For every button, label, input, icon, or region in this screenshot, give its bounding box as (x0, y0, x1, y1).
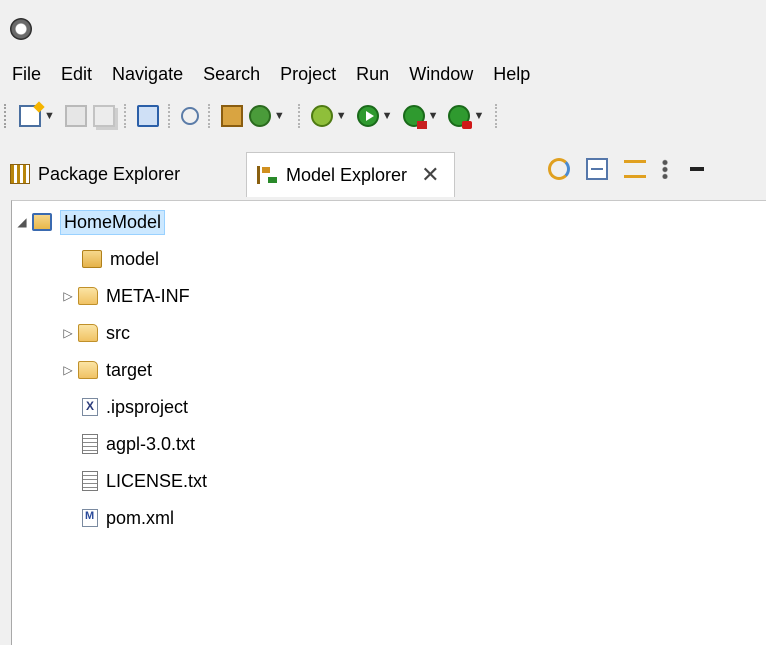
view-menu-icon[interactable] (662, 159, 668, 179)
new-wizard-icon (19, 105, 41, 127)
main-toolbar: ▼ ▼ ▼ ▼ ▼ ▼ (0, 92, 766, 140)
model-explorer-tree: ◢ HomeModel model ▷ META-INF ▷ src ▷ tar… (11, 200, 766, 645)
view-tab-bar: Package Explorer Model Explorer ✕ (0, 140, 766, 200)
tree-item-label: model (110, 248, 160, 269)
tree-item-agpl[interactable]: agpl-3.0.txt (82, 427, 195, 461)
tree-item-label: LICENSE.txt (106, 470, 208, 491)
open-terminal-icon (136, 105, 159, 127)
toolbar-separator (207, 104, 212, 128)
tree-item-label: pom.xml (106, 507, 175, 528)
tree-item-label: src (106, 322, 130, 343)
debug-button[interactable]: ▼ (310, 102, 351, 130)
tree-item-src[interactable]: ▷ src (62, 316, 130, 350)
refresh-button[interactable]: ▼ (248, 102, 289, 130)
tree-item-label: agpl-3.0.txt (106, 433, 196, 454)
external-tools-2-icon (448, 105, 473, 129)
chevron-down-icon[interactable]: ▼ (428, 110, 439, 122)
tab-model-explorer[interactable]: Model Explorer ✕ (246, 152, 455, 197)
external-tools-2-button[interactable]: ▼ (448, 102, 488, 130)
title-bar (0, 0, 766, 56)
tab-label: Model Explorer (286, 164, 408, 185)
sync-icon[interactable] (548, 158, 570, 180)
collapse-toggle-icon[interactable]: ▷ (62, 326, 74, 340)
run-icon (356, 105, 379, 127)
model-explorer-icon (257, 166, 278, 184)
chevron-down-icon[interactable]: ▼ (336, 110, 347, 122)
folder-icon (78, 287, 98, 305)
tab-package-explorer[interactable]: Package Explorer (10, 154, 180, 194)
save-all-icon (92, 105, 115, 127)
menu-edit[interactable]: Edit (51, 56, 102, 92)
save-all-button[interactable] (92, 102, 115, 130)
tree-item-ipsproject[interactable]: .ipsproject (82, 390, 188, 424)
save-icon (64, 105, 87, 127)
new-package-button[interactable] (220, 102, 243, 130)
tree-item-label: HomeModel (60, 209, 166, 235)
expand-toggle-icon[interactable]: ◢ (16, 215, 28, 229)
toolbar-separator (167, 104, 172, 128)
toolbar-separator (297, 104, 302, 128)
close-icon[interactable]: ✕ (421, 164, 439, 186)
tree-item-label: META-INF (106, 285, 190, 306)
eclipse-app-icon[interactable] (10, 18, 32, 40)
ips-project-icon (32, 213, 52, 231)
external-tools-button[interactable]: ▼ (402, 102, 443, 130)
link-button[interactable] (180, 102, 199, 130)
menu-run[interactable]: Run (346, 56, 399, 92)
save-button[interactable] (64, 102, 87, 130)
link-icon (180, 107, 199, 125)
maven-file-icon (82, 509, 98, 527)
toolbar-separator (495, 104, 507, 128)
menu-file[interactable]: File (0, 56, 51, 92)
menu-help[interactable]: Help (483, 56, 540, 92)
collapse-toggle-icon[interactable]: ▷ (62, 363, 74, 377)
debug-icon (310, 105, 333, 127)
view-actions (548, 158, 720, 180)
refresh-icon (248, 105, 271, 127)
tree-item-model[interactable]: model (82, 242, 159, 276)
link-with-editor-icon[interactable] (624, 160, 646, 178)
text-file-icon (82, 471, 98, 491)
chevron-down-icon[interactable]: ▼ (473, 110, 484, 122)
tree-item-pom[interactable]: pom.xml (82, 501, 174, 535)
open-terminal-button[interactable] (136, 102, 159, 130)
collapse-all-icon[interactable] (586, 158, 608, 180)
menu-bar: File Edit Navigate Search Project Run Wi… (0, 56, 766, 92)
chevron-down-icon[interactable]: ▼ (382, 110, 393, 122)
chevron-down-icon[interactable]: ▼ (274, 110, 285, 122)
folder-icon (78, 324, 98, 342)
run-button[interactable]: ▼ (356, 102, 397, 130)
package-icon (220, 105, 243, 127)
tree-item-label: target (106, 359, 153, 380)
model-folder-icon (82, 250, 102, 268)
menu-window[interactable]: Window (399, 56, 483, 92)
toolbar-separator (123, 104, 128, 128)
minimize-icon[interactable] (690, 167, 704, 171)
package-explorer-icon (10, 164, 30, 184)
tab-label: Package Explorer (38, 163, 181, 184)
menu-navigate[interactable]: Navigate (102, 56, 193, 92)
text-file-icon (82, 434, 98, 454)
tree-item-label: .ipsproject (106, 396, 189, 417)
folder-icon (78, 361, 98, 379)
tree-item-homemodel[interactable]: ◢ HomeModel (16, 205, 166, 239)
menu-project[interactable]: Project (270, 56, 346, 92)
toolbar-grip[interactable] (4, 104, 12, 128)
external-tools-icon (402, 105, 427, 129)
tree-item-license[interactable]: LICENSE.txt (82, 464, 207, 498)
xml-file-icon (82, 398, 98, 416)
menu-search[interactable]: Search (193, 56, 270, 92)
collapse-toggle-icon[interactable]: ▷ (62, 289, 74, 303)
chevron-down-icon[interactable]: ▼ (44, 110, 55, 122)
new-wizard-button[interactable]: ▼ (19, 102, 59, 130)
tree-item-meta-inf[interactable]: ▷ META-INF (62, 279, 190, 313)
tree-item-target[interactable]: ▷ target (62, 353, 152, 387)
